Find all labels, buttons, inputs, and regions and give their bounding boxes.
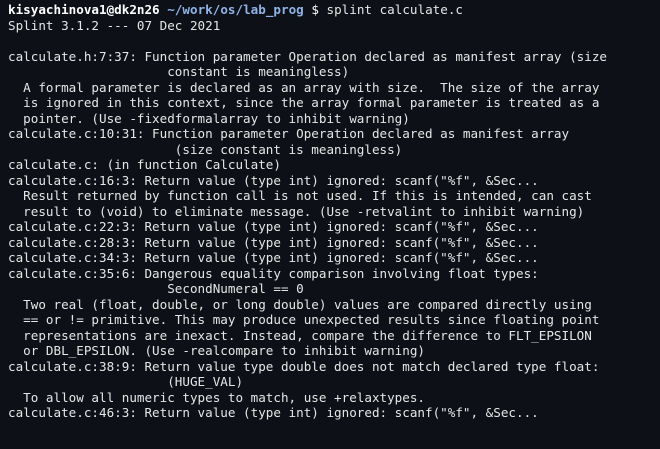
command-prompt-line: kisyachinova1@dk2n26 ~/work/os/lab_prog … bbox=[8, 2, 660, 18]
output-line: (size constant is meaningless) bbox=[8, 141, 403, 157]
terminal-output: Splint 3.1.2 --- 07 Dec 2021 calculate.h:… bbox=[8, 18, 660, 421]
output-line: calculate.c:35:6: Dangerous equality com… bbox=[8, 265, 539, 281]
output-line: constant is meaningless) bbox=[8, 64, 350, 79]
output-line: To allow all numeric types to match, use… bbox=[8, 389, 426, 405]
output-line: SecondNumeral == 0 bbox=[8, 281, 304, 296]
output-line: calculate.h:7:37: Function parameter Ope… bbox=[8, 48, 607, 64]
output-line: calculate.c:28:3: Return value (type int… bbox=[8, 234, 539, 250]
output-line: Result returned by function call is not … bbox=[8, 188, 592, 203]
output-line: result to (void) to eliminate message. (… bbox=[8, 203, 585, 219]
output-line: (HUGE_VAL) bbox=[8, 374, 244, 389]
output-line: or DBL_EPSILON. (Use -realcompare to inh… bbox=[8, 343, 426, 358]
output-line: pointer. (Use -fixedformalarray to inhib… bbox=[8, 110, 410, 126]
prompt-symbol: $ bbox=[311, 2, 319, 17]
output-line: A formal parameter is declared as an arr… bbox=[8, 79, 600, 95]
output-line: calculate.c:22:3: Return value (type int… bbox=[8, 219, 539, 234]
output-line: calculate.c: (in function Calculate) bbox=[8, 157, 281, 172]
prompt-user-host: kisyachinova1@dk2n26 bbox=[8, 2, 160, 17]
output-line: is ignored in this context, since the ar… bbox=[8, 95, 600, 110]
output-line: calculate.c:38:9: Return value type doub… bbox=[8, 358, 600, 374]
output-line: calculate.c:16:3: Return value (type int… bbox=[8, 172, 539, 188]
prompt-path: ~/work/os/lab_prog bbox=[167, 2, 304, 17]
output-line: == or != primitive. This may produce une… bbox=[8, 312, 600, 327]
output-line: calculate.c:46:3: Return value (type int… bbox=[8, 405, 539, 420]
terminal-window[interactable]: kisyachinova1@dk2n26 ~/work/os/lab_prog … bbox=[0, 0, 660, 449]
output-line: calculate.c:34:3: Return value (type int… bbox=[8, 250, 539, 265]
prompt-command: splint calculate.c bbox=[326, 2, 463, 17]
output-line: calculate.c:10:31: Function parameter Op… bbox=[8, 126, 570, 141]
output-line: representations are inexact. Instead, co… bbox=[8, 327, 592, 343]
output-line: Splint 3.1.2 --- 07 Dec 2021 bbox=[8, 17, 221, 33]
output-line: Two real (float, double, or long double)… bbox=[8, 296, 592, 312]
